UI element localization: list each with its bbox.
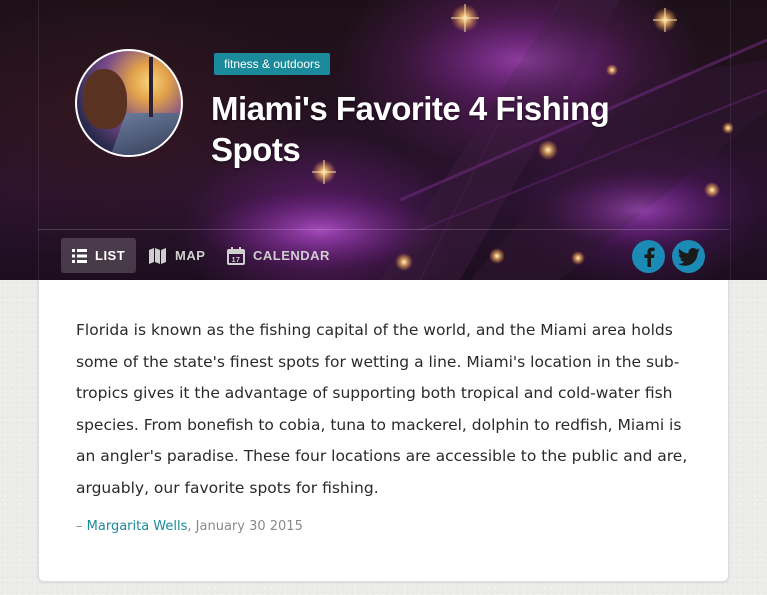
byline-prefix: – bbox=[76, 519, 87, 534]
avatar-face-shape bbox=[83, 69, 127, 129]
author-link[interactable]: Margarita Wells bbox=[87, 519, 188, 534]
calendar-icon: 17 bbox=[227, 246, 245, 265]
tab-calendar[interactable]: 17 CALENDAR bbox=[227, 238, 330, 273]
tab-list[interactable]: LIST bbox=[61, 238, 137, 273]
list-icon bbox=[72, 248, 87, 263]
tab-list-label: LIST bbox=[95, 248, 126, 263]
publish-date: January 30 2015 bbox=[195, 519, 303, 534]
facebook-icon bbox=[644, 247, 655, 267]
byline: – Margarita Wells, January 30 2015 bbox=[76, 519, 303, 534]
category-badge[interactable]: fitness & outdoors bbox=[214, 53, 331, 75]
tab-map[interactable]: MAP bbox=[149, 238, 205, 273]
calendar-icon-day: 17 bbox=[232, 257, 241, 264]
twitter-share-button[interactable] bbox=[672, 240, 705, 273]
author-avatar[interactable] bbox=[75, 49, 183, 157]
view-tabbar: LIST MAP 17 CALENDAR bbox=[38, 229, 729, 280]
map-icon bbox=[149, 247, 166, 264]
avatar-palm-shape bbox=[149, 57, 153, 117]
article-intro: Florida is known as the fishing capital … bbox=[76, 321, 688, 497]
page-title: Miami's Favorite 4 Fishing Spots bbox=[211, 90, 610, 168]
hero-banner: fitness & outdoors Miami's Favorite 4 Fi… bbox=[0, 0, 767, 280]
tab-map-label: MAP bbox=[175, 248, 206, 263]
twitter-icon bbox=[677, 247, 700, 266]
article-card: Florida is known as the fishing capital … bbox=[38, 280, 729, 582]
byline-separator: , bbox=[187, 519, 196, 534]
facebook-share-button[interactable] bbox=[632, 240, 665, 273]
tab-calendar-label: CALENDAR bbox=[253, 248, 330, 263]
